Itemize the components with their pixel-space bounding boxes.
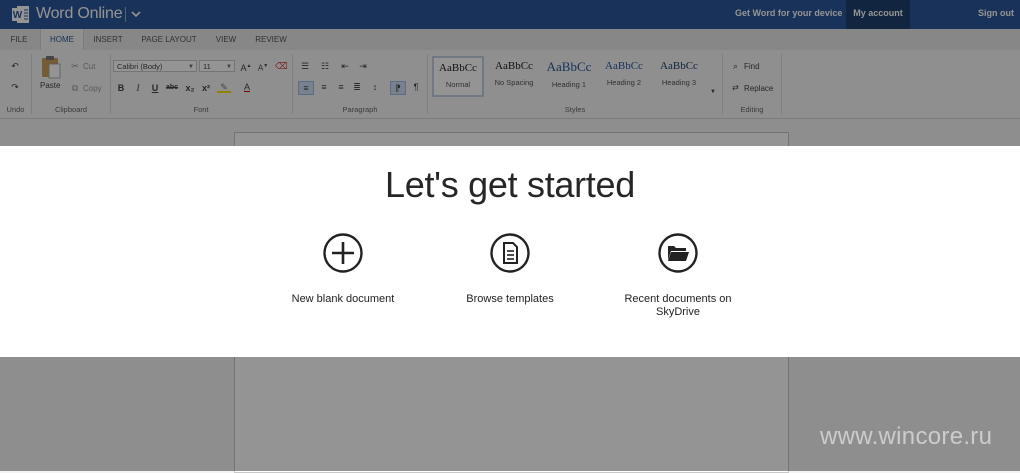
plus-circle-icon[interactable]: [322, 232, 364, 274]
recent-documents-label[interactable]: Recent documents on SkyDrive: [613, 293, 743, 319]
document-icon[interactable]: [489, 232, 531, 274]
watermark: www.wincore.ru: [820, 423, 993, 450]
dialog-title: Let's get started: [385, 164, 635, 205]
folder-open-icon[interactable]: [657, 232, 699, 274]
get-started-dialog: Let's get started New blank document Bro…: [0, 146, 1020, 357]
recent-documents-option[interactable]: Recent documents on SkyDrive: [578, 232, 778, 342]
